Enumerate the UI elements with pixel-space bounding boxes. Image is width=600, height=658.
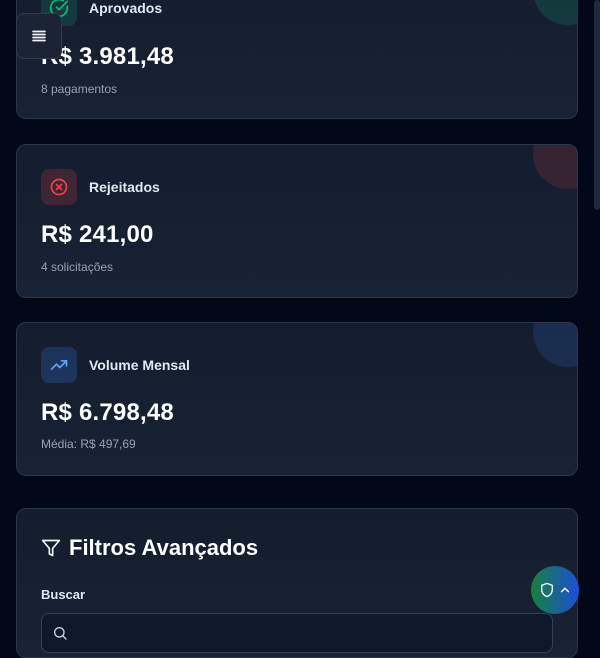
search-input[interactable] xyxy=(78,614,542,654)
stat-value: R$ 6.798,48 xyxy=(41,399,174,426)
stat-card-rejected: Rejeitados R$ 241,00 4 solicitações xyxy=(16,144,578,298)
filters-panel: Filtros Avançados Buscar xyxy=(16,508,578,658)
menu-icon xyxy=(32,30,46,42)
trending-up-icon xyxy=(41,347,77,383)
filters-title: Filtros Avançados xyxy=(41,535,258,561)
stat-label: Rejeitados xyxy=(89,179,160,195)
scrollbar-thumb[interactable] xyxy=(594,0,600,210)
x-circle-icon xyxy=(41,169,77,205)
filters-title-text: Filtros Avançados xyxy=(69,535,259,560)
stat-subtext: 8 pagamentos xyxy=(41,82,118,96)
card-decoration xyxy=(533,323,577,367)
filter-icon xyxy=(41,539,61,557)
stat-value: R$ 241,00 xyxy=(41,221,154,248)
search-field[interactable] xyxy=(41,613,553,654)
stat-label: Volume Mensal xyxy=(89,357,190,373)
stat-card-monthly-volume: Volume Mensal R$ 6.798,48 Média: R$ 497,… xyxy=(16,322,578,476)
shield-icon xyxy=(540,582,553,598)
chevron-up-icon xyxy=(560,587,569,593)
menu-button[interactable] xyxy=(16,13,62,59)
stat-subtext: 4 solicitações xyxy=(41,260,114,274)
floating-action-button[interactable] xyxy=(531,566,579,614)
search-icon xyxy=(54,627,67,640)
stat-subtext: Média: R$ 497,69 xyxy=(41,437,136,451)
card-decoration xyxy=(533,145,577,189)
card-decoration xyxy=(533,0,577,25)
search-label: Buscar xyxy=(41,587,86,602)
stat-card-approved: Aprovados R$ 3.981,48 8 pagamentos xyxy=(16,0,578,119)
stat-label: Aprovados xyxy=(89,0,163,16)
